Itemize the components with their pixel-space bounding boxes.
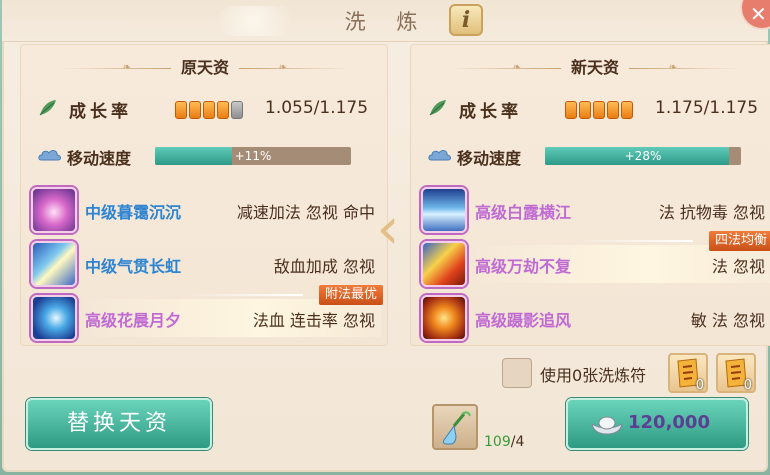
move-speed-row: 移动速度 +28% (427, 143, 767, 169)
silver-cost-text: 120,000 (628, 412, 710, 433)
panel-title: 原天资 (180, 58, 229, 77)
growth-rate-label: 成长率 (459, 102, 522, 122)
info-button[interactable]: i (449, 4, 483, 36)
tag-line (183, 294, 303, 296)
move-speed-label: 移动速度 (457, 149, 522, 168)
move-speed-row: 移动速度 +11% (37, 143, 377, 169)
talisman-count: 0 (695, 378, 704, 393)
skill-name: 中级暮霭沉沉 (85, 203, 182, 222)
growth-pip (621, 101, 633, 119)
growth-rate-label: 成长率 (69, 102, 132, 122)
skill-row[interactable]: 中级气贯长虹 敌血加成 忽视 (31, 239, 383, 291)
elixir-need: /4 (510, 434, 525, 450)
skill-name: 高级蹑影追风 (475, 311, 572, 330)
skill-dusk-icon (31, 187, 77, 233)
growth-rate-row: 成长率 1.055/1.175 (37, 95, 377, 123)
growth-pip (217, 101, 229, 119)
skill-name: 中级气贯长虹 (85, 257, 182, 276)
skill-attributes: 法 抗物毒 忽视 (658, 203, 765, 222)
skill-rainbow-icon (31, 241, 77, 287)
leaf-icon (39, 100, 56, 116)
divider-line (451, 68, 561, 69)
skill-attributes: 敏 法 忽视 (690, 311, 765, 330)
growth-rate-value: 1.055/1.175 (265, 98, 369, 118)
ornament-icon: ❧ (122, 62, 132, 73)
use-talisman-label: 使用0张洗炼符 (540, 366, 647, 385)
skill-row[interactable]: 高级万劫不复 法 忽视 四法均衡 (421, 231, 770, 291)
cloud-icon (38, 150, 61, 161)
growth-pip (593, 101, 605, 119)
skill-row[interactable]: 高级蹑影追风 敏 法 忽视 (421, 293, 770, 345)
skill-shadow-icon (421, 295, 467, 341)
cloud-icon (428, 150, 451, 161)
panel-header: ❧ 新天资 ❧ (411, 55, 770, 81)
growth-pip (607, 101, 619, 119)
leaf-icon (429, 100, 446, 116)
new-talent-panel: ❧ 新天资 ❧ 成长率 1.175/1.175 移动速度 +28% 高级 (410, 44, 770, 346)
elixir-bottle-icon (442, 411, 471, 445)
arrow-left-icon: ‹ (376, 194, 400, 262)
move-speed-bar: +28% (545, 147, 741, 165)
close-icon: ✕ (750, 2, 767, 26)
elixir-count: 109/4 (484, 434, 524, 450)
move-speed-text: +11% (234, 149, 272, 163)
dialog-title: 洗 炼 (344, 10, 430, 34)
skill-name: 高级花晨月夕 (85, 311, 182, 330)
talisman-count: 0 (743, 378, 752, 393)
title-bar: 洗 炼 i (2, 0, 768, 42)
skill-attributes: 法 忽视 (711, 257, 765, 276)
move-speed-text: +28% (624, 149, 662, 163)
recommend-tag: 四法均衡 (708, 231, 770, 251)
growth-pip (565, 101, 577, 119)
elixir-have: 109 (484, 434, 511, 450)
talisman-slot[interactable]: 0 (716, 353, 756, 393)
skill-row[interactable]: 高级白露横江 法 抗物毒 忽视 (421, 185, 770, 237)
skill-row[interactable]: 高级花晨月夕 法血 连击率 忽视 附法最优 (31, 285, 383, 345)
growth-rate-value: 1.175/1.175 (655, 98, 759, 118)
skill-dew-icon (421, 187, 467, 233)
replace-talent-button[interactable]: 替换天资 (26, 398, 212, 450)
original-talent-panel: ❧ 原天资 ❧ 成长率 1.055/1.175 移动速度 +11% 中级 (20, 44, 388, 346)
panel-title: 新天资 (570, 58, 619, 77)
divider-line (61, 68, 171, 69)
elixir-slot[interactable] (432, 404, 478, 450)
growth-pip (175, 101, 187, 119)
skill-name: 高级万劫不复 (475, 257, 572, 276)
ornament-icon: ❧ (512, 62, 522, 73)
use-talisman-checkbox[interactable] (502, 358, 532, 388)
tag-line (573, 240, 693, 242)
growth-pip (189, 101, 201, 119)
silver-ingot-icon (591, 416, 623, 435)
skill-attributes: 敌血加成 忽视 (273, 257, 375, 276)
growth-rate-row: 成长率 1.175/1.175 (427, 95, 767, 123)
divider-line (239, 68, 349, 69)
move-speed-bar: +11% (155, 147, 351, 165)
growth-pip (203, 101, 215, 119)
growth-pips (565, 101, 633, 119)
growth-pips (175, 101, 243, 119)
talisman-slot[interactable]: 0 (668, 353, 708, 393)
skill-name: 高级白露横江 (475, 203, 572, 222)
divider-line (629, 68, 739, 69)
skill-moon-icon (31, 295, 77, 341)
growth-pip (231, 101, 243, 119)
cloud-decoration (217, 6, 307, 36)
recommend-tag: 附法最优 (318, 285, 383, 305)
skill-attributes: 法血 连击率 忽视 (252, 311, 375, 330)
panel-header: ❧ 原天资 ❧ (21, 55, 389, 81)
skill-fire-icon (421, 241, 467, 287)
skill-row[interactable]: 中级暮霭沉沉 减速加法 忽视 命中 (31, 185, 383, 237)
skill-attributes: 减速加法 忽视 命中 (236, 203, 375, 222)
move-speed-label: 移动速度 (67, 149, 132, 168)
growth-pip (579, 101, 591, 119)
silver-cost-button[interactable]: 120,000 (566, 398, 748, 450)
